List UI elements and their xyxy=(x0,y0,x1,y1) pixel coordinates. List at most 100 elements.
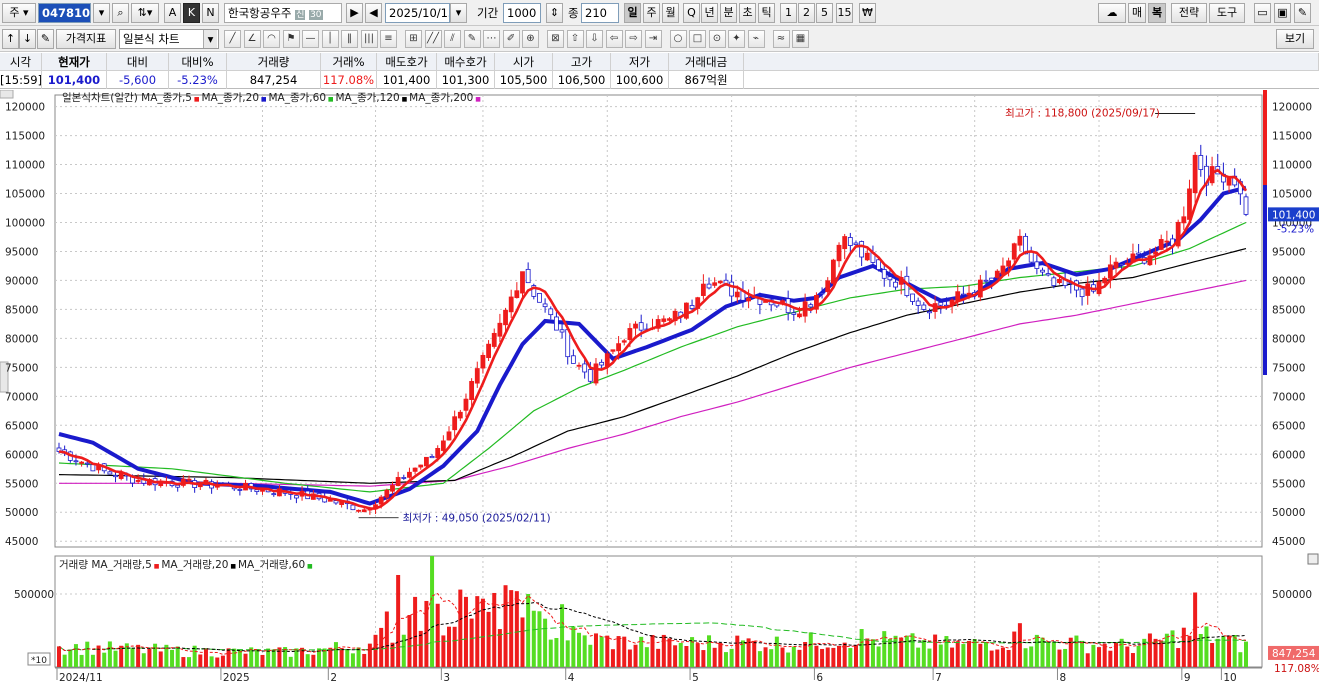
draw-tool-icon-17[interactable]: ⇧ xyxy=(566,30,584,48)
draw-tool-icon-28[interactable]: ▦ xyxy=(792,30,809,48)
draw-tool-icon-27[interactable]: ≈ xyxy=(772,30,790,48)
filter-a-button[interactable]: A xyxy=(164,3,181,23)
draw-tool-icon-24[interactable]: ⊙ xyxy=(708,30,726,48)
candle-body-87 xyxy=(548,308,554,316)
candle-body-202 xyxy=(1198,155,1204,170)
draw-tool-icon-1[interactable]: ∠ xyxy=(243,30,261,48)
volume-bar-108 xyxy=(667,638,672,667)
volume-bar-140 xyxy=(848,648,853,667)
scroll-down-icon[interactable]: ↓ xyxy=(19,29,36,49)
code-dropdown-button[interactable]: ▾ xyxy=(93,3,110,23)
draw-tool-icon-9[interactable]: ⊞ xyxy=(405,30,422,48)
volume-bar-97 xyxy=(605,635,610,667)
stock-name-field[interactable]: 한국항공우주 신 30 xyxy=(224,3,342,23)
draw-tool-icon-11[interactable]: ⫽ xyxy=(444,30,461,48)
filter-k-button[interactable]: K xyxy=(183,3,200,23)
draw-tool-icon-19[interactable]: ⇦ xyxy=(605,30,623,48)
period-button-10[interactable]: 5 xyxy=(816,3,833,23)
period-adjust-icon[interactable]: ⇕ xyxy=(546,3,563,23)
period-button-2[interactable]: 월 xyxy=(662,3,679,23)
strategy-button[interactable]: 전략 xyxy=(1171,3,1207,23)
price-ytick-left-5: 95000 xyxy=(5,246,38,258)
volume-bar-1 xyxy=(62,654,67,667)
chart-grid-icon[interactable]: ₩ xyxy=(859,3,876,23)
edit-icon[interactable]: ✎ xyxy=(37,29,54,49)
market-selector[interactable]: 주 ▾ xyxy=(2,3,36,23)
candle-body-38 xyxy=(271,493,277,496)
candle-body-88 xyxy=(554,316,559,331)
candle-body-76 xyxy=(486,343,491,359)
volume-bar-3 xyxy=(73,644,78,667)
sort-icon[interactable]: ⇅▾ xyxy=(131,3,159,23)
volume-bar-31 xyxy=(232,648,237,667)
draw-tool-icon-7[interactable]: ||| xyxy=(360,30,378,48)
draw-tool-icon-20[interactable]: ⇨ xyxy=(625,30,642,48)
wrench-icon[interactable]: ✎ xyxy=(1294,3,1311,23)
draw-tool-icon-22[interactable]: ○ xyxy=(669,30,687,48)
draw-tool-icon-16[interactable]: ⊠ xyxy=(547,30,564,48)
draw-tool-icon-12[interactable]: ✎ xyxy=(463,30,481,48)
draw-tool-icon-2[interactable]: ◠ xyxy=(263,30,280,48)
period-button-0[interactable]: 일 xyxy=(624,3,641,23)
save-icon[interactable]: ▣ xyxy=(1274,3,1291,23)
draw-tool-icon-6[interactable]: ‖ xyxy=(341,30,358,48)
draw-tool-icon-13[interactable]: ⋯ xyxy=(483,30,500,48)
stock-code-input[interactable]: 047810 xyxy=(38,3,91,23)
view-count-input[interactable]: 210 xyxy=(581,3,619,23)
volume-bar-167 xyxy=(1000,647,1005,667)
volume-bar-144 xyxy=(870,639,875,667)
price-ytick-right-11: 65000 xyxy=(1272,420,1305,432)
period-button-8[interactable]: 1 xyxy=(780,3,797,23)
period-button-5[interactable]: 분 xyxy=(720,3,737,23)
draw-tool-icon-10[interactable]: ╱╱ xyxy=(424,30,442,48)
date-dropdown-icon[interactable]: ▾ xyxy=(450,3,467,23)
volume-bar-166 xyxy=(995,649,1000,667)
indicator-button[interactable]: 가격지표 xyxy=(56,29,116,49)
stock-chart-svg[interactable]: 120000 120000115000 115000110000 1100001050… xyxy=(0,89,1319,684)
period-button-1[interactable]: 주 xyxy=(643,3,660,23)
draw-tool-icon-18[interactable]: ⇩ xyxy=(586,30,603,48)
next-play-icon[interactable]: ▶ xyxy=(346,3,363,23)
draw-tool-icon-23[interactable]: □ xyxy=(689,30,706,48)
draw-tool-icon-5[interactable]: │ xyxy=(321,30,339,48)
view-button[interactable]: 보기 xyxy=(1276,29,1314,49)
period-button-6[interactable]: 초 xyxy=(739,3,756,23)
period-input[interactable]: 1000 xyxy=(503,3,541,23)
draw-tool-icon-14[interactable]: ✐ xyxy=(502,30,520,48)
filter-n-button[interactable]: N xyxy=(202,3,219,23)
candle-body-42 xyxy=(293,495,299,499)
quote-header-9: 고가 xyxy=(553,53,611,71)
draw-tool-icon-3[interactable]: ⚑ xyxy=(282,30,300,48)
scroll-up-icon[interactable]: ↑ xyxy=(2,29,19,49)
tools-button[interactable]: 도구 xyxy=(1209,3,1245,23)
period-button-9[interactable]: 2 xyxy=(798,3,815,23)
draw-tool-icon-26[interactable]: ⌁ xyxy=(747,30,765,48)
draw-tool-icon-15[interactable]: ⊕ xyxy=(522,30,539,48)
period-button-7[interactable]: 틱 xyxy=(758,3,775,23)
date-input[interactable]: 2025/10/13 xyxy=(385,3,450,23)
volume-bar-195 xyxy=(1159,640,1164,667)
draw-tool-icon-25[interactable]: ✦ xyxy=(728,30,745,48)
chart-type-select[interactable]: 일본식 차트 ▾ xyxy=(119,29,219,49)
high-price-annotation: 최고가 : 118,800 (2025/09/17) xyxy=(1005,108,1160,120)
restore-button[interactable]: 복 xyxy=(1148,3,1166,23)
prev-play-icon[interactable]: ◀ xyxy=(365,3,382,23)
candle-body-195 xyxy=(1158,239,1164,250)
draw-tool-icon-0[interactable]: ╱ xyxy=(224,30,241,48)
candle-body-188 xyxy=(1119,263,1125,266)
draw-tool-icon-4[interactable]: — xyxy=(302,30,319,48)
period-button-3[interactable]: Q xyxy=(683,3,700,23)
period-button-11[interactable]: 15 xyxy=(836,3,853,23)
search-icon[interactable]: ⌕ xyxy=(112,3,129,23)
cloud-icon[interactable]: ☁ xyxy=(1098,3,1126,23)
buy-button[interactable]: 매 xyxy=(1128,3,1146,23)
volume-bar-159 xyxy=(955,641,960,667)
candle-body-9 xyxy=(107,471,113,475)
candle-body-102 xyxy=(633,323,638,329)
quote-value-5: 117.08% xyxy=(321,71,377,89)
volume-bar-134 xyxy=(814,645,819,667)
open-folder-icon[interactable]: ▭ xyxy=(1254,3,1271,23)
period-button-4[interactable]: 년 xyxy=(701,3,718,23)
draw-tool-icon-21[interactable]: ⇥ xyxy=(644,30,662,48)
draw-tool-icon-8[interactable]: ≡ xyxy=(380,30,397,48)
